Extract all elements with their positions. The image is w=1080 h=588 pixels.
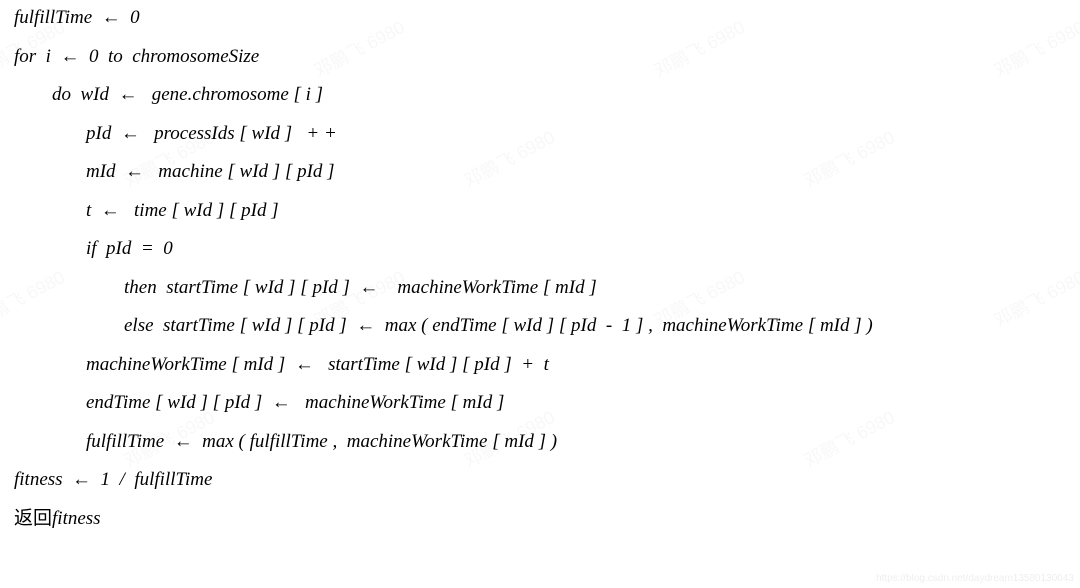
code-line-12: fulfillTime ← max ( fulfillTime , machin… bbox=[14, 432, 1080, 451]
code-line-14: 返回fitness bbox=[14, 509, 1080, 528]
code-line-8: then startTime [ wId ] [ pId ] ← machine… bbox=[14, 278, 1080, 297]
code-line-10: machineWorkTime [ mId ] ← startTime [ wI… bbox=[14, 355, 1080, 374]
code-line-6: t ← time [ wId ] [ pId ] bbox=[14, 201, 1080, 220]
code-line-3: do wId ← gene.chromosome [ i ] bbox=[14, 85, 1080, 104]
code-line-11: endTime [ wId ] [ pId ] ← machineWorkTim… bbox=[14, 393, 1080, 412]
return-keyword-cn: 返回 bbox=[14, 508, 52, 529]
return-value: fitness bbox=[52, 508, 101, 529]
code-line-2: for i ← 0 to chromosomeSize bbox=[14, 47, 1080, 66]
code-line-13: fitness ← 1 / fulfillTime bbox=[14, 470, 1080, 489]
code-line-4: pId ← processIds [ wId ] + + bbox=[14, 124, 1080, 143]
code-line-5: mId ← machine [ wId ] [ pId ] bbox=[14, 162, 1080, 181]
code-line-7: if pId = 0 bbox=[14, 239, 1080, 258]
code-line-9: else startTime [ wId ] [ pId ] ← max ( e… bbox=[14, 316, 1080, 335]
footer-watermark: https://blog.csdn.net/daydream1358013004… bbox=[876, 574, 1074, 584]
code-line-1: fulfillTime ← 0 bbox=[14, 8, 1080, 27]
